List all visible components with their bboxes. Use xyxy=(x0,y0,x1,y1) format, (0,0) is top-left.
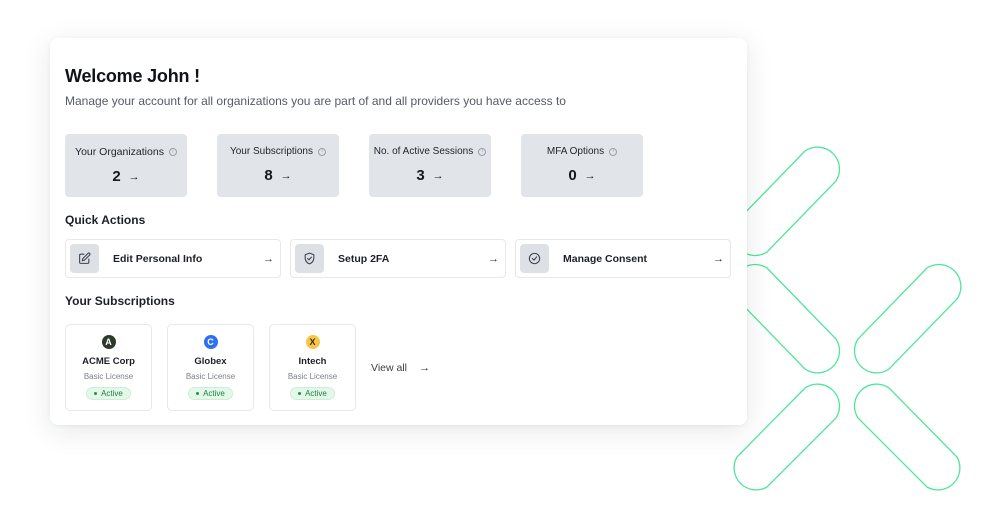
quick-actions-row: Edit Personal Info → Setup 2FA → Manage … xyxy=(65,239,731,278)
decorative-pill xyxy=(732,146,841,257)
stat-value: 0 xyxy=(568,167,577,184)
manage-consent-button[interactable]: Manage Consent → xyxy=(515,239,731,278)
arrow-right-icon: → xyxy=(584,169,596,182)
stat-label: Your Subscriptions xyxy=(229,146,313,157)
arrow-right-icon: → xyxy=(128,170,140,183)
decorative-pill xyxy=(853,383,961,491)
status-badge: Active xyxy=(188,387,233,400)
dashboard-card: Welcome John ! Manage your account for a… xyxy=(50,38,747,425)
arrow-right-icon: → xyxy=(713,252,724,265)
subscription-name: Globex xyxy=(194,356,227,367)
setup-2fa-button[interactable]: Setup 2FA → xyxy=(290,239,506,278)
status-dot-icon xyxy=(298,392,302,395)
arrow-right-icon: → xyxy=(263,252,274,265)
stat-active-sessions[interactable]: No. of Active Sessions i 3 → xyxy=(369,134,491,197)
org-logo: C xyxy=(203,335,218,349)
subscription-card-acme[interactable]: A ACME Corp Basic License Active xyxy=(65,324,152,411)
status-badge: Active xyxy=(86,387,131,400)
arrow-right-icon: → xyxy=(419,361,430,374)
decorative-pill xyxy=(733,383,841,491)
subscription-license: Basic License xyxy=(83,372,134,381)
status-text: Active xyxy=(203,389,225,398)
action-label: Edit Personal Info xyxy=(113,252,203,265)
status-badge: Active xyxy=(290,387,335,400)
stat-label: MFA Options xyxy=(546,146,605,157)
status-dot-icon xyxy=(94,392,98,395)
arrow-right-icon: → xyxy=(488,252,499,265)
stat-label: Your Organizations xyxy=(75,146,164,158)
stat-value: 8 xyxy=(264,167,273,184)
org-logo: A xyxy=(101,335,116,349)
subscriptions-heading: Your Subscriptions xyxy=(65,294,175,308)
page-title: Welcome John ! xyxy=(65,66,200,86)
subscription-name: Intech xyxy=(298,356,327,367)
quick-actions-heading: Quick Actions xyxy=(65,213,146,227)
edit-icon xyxy=(70,244,99,273)
edit-personal-info-button[interactable]: Edit Personal Info → xyxy=(65,239,281,278)
check-circle-icon xyxy=(520,244,549,273)
status-text: Active xyxy=(101,389,123,398)
status-text: Active xyxy=(305,389,327,398)
subscription-license: Basic License xyxy=(185,372,236,381)
view-all-link[interactable]: View all → xyxy=(371,362,430,374)
status-dot-icon xyxy=(196,392,200,395)
action-label: Setup 2FA xyxy=(338,252,390,265)
org-logo: X xyxy=(305,335,320,349)
stat-label: No. of Active Sessions xyxy=(373,146,474,157)
stats-row: Your Organizations i 2 → Your Subscripti… xyxy=(65,134,643,197)
decorative-pill xyxy=(732,263,841,374)
action-label: Manage Consent xyxy=(563,252,648,265)
view-all-label: View all xyxy=(371,361,407,374)
arrow-right-icon: → xyxy=(432,169,444,182)
subscription-card-intech[interactable]: X Intech Basic License Active xyxy=(269,324,356,411)
info-icon[interactable]: i xyxy=(609,147,618,156)
info-icon[interactable]: i xyxy=(168,148,177,156)
info-icon[interactable]: i xyxy=(478,147,487,156)
info-icon[interactable]: i xyxy=(318,147,326,156)
stat-subscriptions[interactable]: Your Subscriptions i 8 → xyxy=(217,134,339,197)
subscription-name: ACME Corp xyxy=(82,356,135,367)
decorative-pill xyxy=(853,263,962,374)
shield-check-icon xyxy=(295,244,324,273)
subscriptions-row: A ACME Corp Basic License Active C Globe… xyxy=(65,324,430,411)
stat-organizations[interactable]: Your Organizations i 2 → xyxy=(65,134,187,197)
subscription-license: Basic License xyxy=(287,372,338,381)
stat-value: 2 xyxy=(112,168,121,185)
subscription-card-globex[interactable]: C Globex Basic License Active xyxy=(167,324,254,411)
arrow-right-icon: → xyxy=(280,169,292,182)
page-subtitle: Manage your account for all organization… xyxy=(65,94,566,108)
stat-mfa-options[interactable]: MFA Options i 0 → xyxy=(521,134,643,197)
stat-value: 3 xyxy=(416,167,425,184)
